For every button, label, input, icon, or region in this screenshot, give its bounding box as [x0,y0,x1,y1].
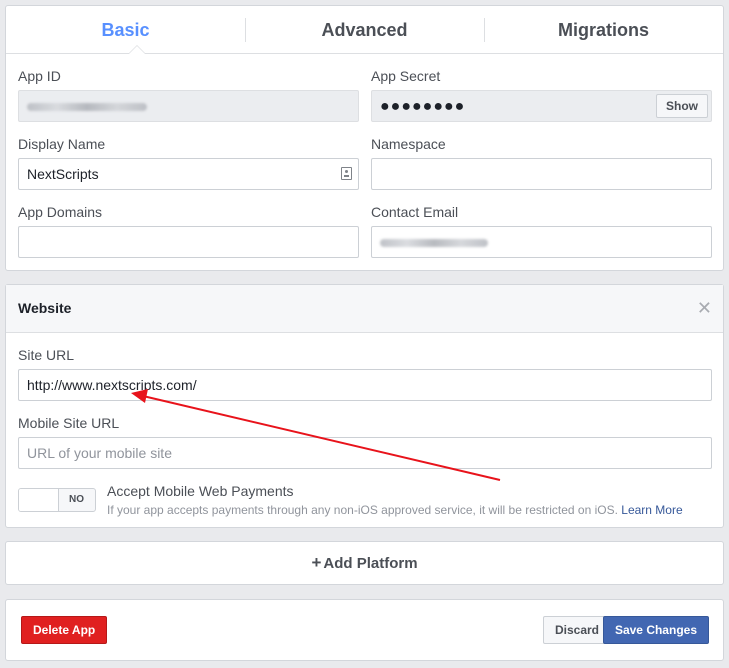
discard-button[interactable]: Discard [542,616,611,644]
tab-bar: Basic Advanced Migrations [6,6,723,54]
app-id-field [18,90,359,122]
app-domains-label: App Domains [18,204,103,220]
toggle-knob [19,489,59,511]
display-name-value: NextScripts [27,166,99,182]
payments-description: If your app accepts payments through any… [107,503,683,517]
tab-advanced[interactable]: Advanced [245,6,484,53]
mobile-payments-toggle[interactable]: NO [18,488,96,512]
close-icon[interactable]: ✕ [697,298,712,319]
app-secret-label: App Secret [371,68,441,84]
app-secret-mask: ●●●●●●●● [380,98,466,115]
add-platform-button[interactable]: + Add Platform [5,541,724,585]
plus-icon: + [311,553,322,572]
display-name-label: Display Name [18,136,106,152]
website-title: Website [18,300,72,316]
mobile-site-url-placeholder: URL of your mobile site [27,445,172,461]
add-platform-label: Add Platform [323,555,418,572]
mobile-site-url-label: Mobile Site URL [18,415,120,431]
website-header: Website ✕ [6,285,723,333]
contact-email-label: Contact Email [371,204,459,220]
contact-card-icon[interactable] [341,167,352,180]
basic-settings-card: Basic Advanced Migrations App ID App Sec… [5,5,724,271]
namespace-label: Namespace [371,136,446,152]
tab-basic[interactable]: Basic [6,6,245,53]
save-changes-button[interactable]: Save Changes [602,616,709,644]
site-url-field[interactable]: http://www.nextscripts.com/ [18,369,712,401]
app-secret-field: ●●●●●●●● Show [371,90,712,122]
payments-title: Accept Mobile Web Payments [107,483,294,499]
learn-more-link[interactable]: Learn More [621,503,682,517]
show-secret-button[interactable]: Show [656,94,708,118]
mobile-site-url-field[interactable]: URL of your mobile site [18,437,712,469]
contact-email-field[interactable] [371,226,712,258]
app-domains-field[interactable] [18,226,359,258]
redacted-contact-email [380,239,488,248]
display-name-field[interactable]: NextScripts [18,158,359,190]
site-url-label: Site URL [18,347,75,363]
delete-app-button[interactable]: Delete App [21,616,108,644]
toggle-state: NO [69,494,84,505]
app-id-label: App ID [18,68,61,84]
website-platform-card: Website ✕ Site URL http://www.nextscript… [5,284,724,528]
namespace-field[interactable] [371,158,712,190]
footer-actions-card: Delete App Discard Save Changes [5,599,724,661]
active-tab-caret [128,45,146,54]
redacted-app-id [27,103,147,112]
payments-desc-text: If your app accepts payments through any… [107,503,618,517]
tab-migrations[interactable]: Migrations [484,6,723,53]
